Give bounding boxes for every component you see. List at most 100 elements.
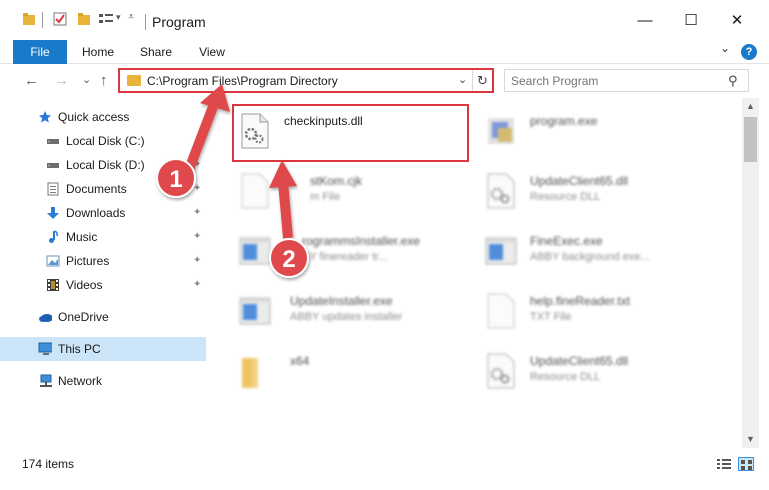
drive-icon xyxy=(47,163,59,168)
file-item-updateinstaller[interactable]: UpdateInstaller.exe ABBY updates install… xyxy=(234,284,474,338)
sidebar-item-documents[interactable]: Documents ✦ xyxy=(0,177,206,201)
search-box[interactable]: ⚲ xyxy=(504,69,749,92)
window-app-icon xyxy=(239,297,271,325)
sidebar-item-label: Pictures xyxy=(66,254,110,268)
sidebar-item-label: Videos xyxy=(66,278,103,292)
window-app-icon xyxy=(239,237,271,265)
sidebar-item-network[interactable]: Network xyxy=(0,369,206,393)
file-name: program.exe xyxy=(530,114,598,128)
close-button[interactable]: ✕ xyxy=(714,0,760,40)
file-item-stkom[interactable]: stKom.cjk m File xyxy=(234,164,474,218)
file-item-updateclient65-2[interactable]: UpdateClient65.dll Resource DLL xyxy=(480,344,720,398)
file-name: UpdateClient65.dll xyxy=(530,354,629,368)
file-type: BY finereader tr... xyxy=(302,251,388,263)
sidebar-item-local-disk-d[interactable]: Local Disk (D:) ✦ xyxy=(0,153,206,177)
file-item-x64[interactable]: x64 xyxy=(234,344,474,398)
new-folder-icon[interactable] xyxy=(77,12,91,26)
file-type: Resource DLL xyxy=(530,371,601,383)
file-item-help-finereader[interactable]: help.fineReader.txt TXT File xyxy=(480,284,720,338)
scroll-thumb[interactable] xyxy=(744,117,757,162)
sidebar-item-label: Documents xyxy=(66,182,127,196)
pin-icon[interactable]: ✦ xyxy=(193,279,201,290)
recent-locations-button[interactable]: ⌄ xyxy=(82,73,91,86)
file-item-updateclient65[interactable]: UpdateClient65.dll Resource DLL xyxy=(480,164,720,218)
sidebar-item-label: OneDrive xyxy=(58,310,109,324)
documents-icon xyxy=(47,182,59,196)
dll-gear-icon xyxy=(487,173,515,209)
file-name: x64 xyxy=(290,354,310,368)
sidebar-item-label: Local Disk (D:) xyxy=(66,158,145,172)
file-name: UpdateInstaller.exe xyxy=(290,294,393,308)
vertical-scrollbar[interactable]: ▲ ▼ xyxy=(742,98,759,448)
details-view-icon[interactable] xyxy=(716,457,732,471)
folder-icon xyxy=(127,75,141,86)
forward-button[interactable]: → xyxy=(54,72,69,89)
sidebar-item-local-disk-c[interactable]: Local Disk (C:) xyxy=(0,129,206,153)
dropdown-icon[interactable]: ▾ xyxy=(116,12,121,23)
customize-toolbar-icon[interactable]: ⩡ xyxy=(128,11,134,24)
sidebar-item-label: Quick access xyxy=(58,110,130,124)
file-type: m File xyxy=(310,191,340,203)
tab-share[interactable]: Share xyxy=(134,40,178,64)
sidebar-item-downloads[interactable]: Downloads ✦ xyxy=(0,201,206,225)
computer-icon xyxy=(38,342,52,355)
address-path[interactable]: C:\Program Files\Program Directory xyxy=(147,74,338,88)
tab-home[interactable]: Home xyxy=(76,40,120,64)
help-icon[interactable]: ? xyxy=(741,44,757,60)
file-item-fineexec[interactable]: FineExec.exe ABBY background exe... xyxy=(480,224,720,278)
scroll-up-icon[interactable]: ▲ xyxy=(742,98,759,115)
dll-gear-icon xyxy=(487,353,515,389)
tab-view[interactable]: View xyxy=(190,40,234,64)
file-type: ABBY background exe... xyxy=(530,251,650,263)
large-icons-view-icon[interactable] xyxy=(738,457,754,471)
pictures-icon xyxy=(46,255,60,267)
pin-icon[interactable]: ✦ xyxy=(193,255,201,266)
window-app-icon xyxy=(485,237,517,265)
exe-icon xyxy=(488,118,514,144)
refresh-button[interactable]: ↻ xyxy=(472,70,492,91)
sidebar-item-pictures[interactable]: Pictures ✦ xyxy=(0,249,206,273)
sidebar-item-this-pc[interactable]: This PC xyxy=(0,337,206,361)
pin-icon[interactable]: ✦ xyxy=(193,207,201,218)
minimize-button[interactable]: — xyxy=(622,0,668,40)
videos-icon xyxy=(47,279,59,291)
address-dropdown-icon[interactable]: ⌄ xyxy=(458,73,467,86)
back-button[interactable]: ← xyxy=(24,72,39,89)
file-type: Resource DLL xyxy=(530,191,601,203)
expand-ribbon-icon[interactable]: ⌄ xyxy=(720,41,730,55)
view-details-icon[interactable] xyxy=(98,12,114,26)
pin-icon[interactable]: ✦ xyxy=(193,231,201,242)
scroll-down-icon[interactable]: ▼ xyxy=(742,431,759,448)
sidebar-item-label: Network xyxy=(58,374,103,388)
status-bar: 174 items xyxy=(0,448,769,478)
highlight-box xyxy=(232,104,469,162)
tab-file[interactable]: File xyxy=(13,40,67,64)
up-button[interactable]: ↑ xyxy=(100,72,108,89)
file-name: stKom.cjk xyxy=(310,174,363,188)
file-item-programmsinstaller[interactable]: rogrammsInstaller.exe BY finereader tr..… xyxy=(234,224,474,278)
sidebar-item-quick-access[interactable]: Quick access xyxy=(0,105,206,129)
pin-icon[interactable]: ✦ xyxy=(193,159,201,170)
search-icon[interactable]: ⚲ xyxy=(728,73,738,89)
sidebar-item-onedrive[interactable]: OneDrive xyxy=(0,305,206,329)
title-separator xyxy=(145,14,146,30)
cloud-icon xyxy=(39,314,52,322)
folder-icon xyxy=(242,358,258,388)
sidebar-item-label: Local Disk (C:) xyxy=(66,134,145,148)
address-bar[interactable]: C:\Program Files\Program Directory ⌄ ↻ xyxy=(118,68,494,93)
maximize-button[interactable]: ☐ xyxy=(668,0,714,40)
drive-icon xyxy=(47,139,59,144)
sidebar-item-label: Downloads xyxy=(66,206,126,220)
sidebar-item-videos[interactable]: Videos ✦ xyxy=(0,273,206,297)
blank-file-icon xyxy=(241,173,269,209)
pin-icon[interactable]: ✦ xyxy=(193,183,201,194)
file-name: FineExec.exe xyxy=(530,234,603,248)
file-name: rogrammsInstaller.exe xyxy=(302,234,421,248)
sidebar-item-music[interactable]: Music ✦ xyxy=(0,225,206,249)
search-input[interactable] xyxy=(511,73,721,88)
download-icon xyxy=(47,207,59,219)
music-icon xyxy=(49,230,58,243)
properties-icon[interactable] xyxy=(53,12,67,26)
folder-icon[interactable] xyxy=(22,12,36,26)
file-item-program-exe[interactable]: program.exe xyxy=(480,104,720,158)
